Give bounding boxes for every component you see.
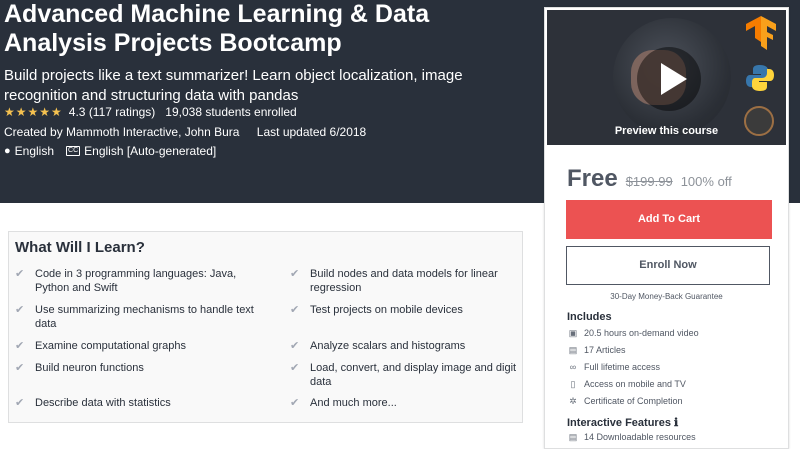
certificate-icon: ✲ (569, 396, 577, 406)
original-price: $199.99 (625, 174, 673, 189)
list-item: ✔ Examine computational graphs (15, 340, 187, 352)
list-item: ✔ Build neuron functions (15, 362, 144, 374)
language: English (14, 144, 55, 158)
check-icon: ✔ (15, 268, 25, 280)
tensorflow-logo-icon (746, 16, 776, 50)
learn-title: What Will I Learn? (15, 239, 145, 256)
play-icon[interactable] (637, 47, 701, 111)
course-title: Advanced Machine Learning & Data Analysi… (4, 0, 430, 57)
what-will-i-learn: What Will I Learn? ✔ Code in 3 programmin… (8, 231, 523, 423)
list-item: ✔ Describe data with statistics (15, 397, 171, 409)
download-icon: ▤ (568, 432, 578, 442)
check-icon: ✔ (290, 362, 300, 374)
check-icon: ✔ (290, 397, 300, 409)
star-rating-icon: ★★★★★ (4, 105, 63, 119)
interactive-features-list: ▤ 14 Downloadable resources (567, 431, 696, 443)
created-by[interactable]: Created by Mammoth Interactive, John Bur… (4, 125, 239, 139)
captions-language: English [Auto-generated] (84, 144, 217, 158)
speech-bubble-icon: ● (4, 145, 11, 157)
list-item: ▤ 17 Articles (568, 345, 626, 355)
enroll-now-button[interactable]: Enroll Now (566, 246, 770, 285)
check-icon: ✔ (290, 268, 300, 280)
check-icon: ✔ (15, 362, 25, 374)
infinity-icon: ∞ (569, 362, 577, 372)
price-row: Free $199.99 100% off (567, 165, 732, 193)
purchase-sidebar: Preview this course Free $199.99 100% of… (544, 7, 789, 449)
list-item: ✔ Build nodes and data models for linear … (290, 268, 498, 294)
list-item: ✔ Analyze scalars and histograms (290, 340, 466, 352)
check-icon: ✔ (15, 397, 25, 409)
course-subtitle: Build projects like a text summarizer! L… (4, 67, 463, 104)
money-back-guarantee: 30-Day Money-Back Guarantee (610, 292, 723, 301)
list-item: ▤ 14 Downloadable resources (568, 432, 696, 442)
list-item: ✔ Code in 3 programming languages: Java, … (15, 268, 237, 294)
last-updated: Last updated 6/2018 (256, 125, 367, 139)
check-icon: ✔ (15, 340, 25, 352)
python-logo-icon (746, 65, 774, 91)
list-item: ✔ Load, convert, and display image and di… (290, 362, 517, 388)
list-item: ∞ Full lifetime access (567, 361, 699, 378)
list-item: ✔ Use summarizing mechanisms to handle te… (15, 304, 254, 330)
list-item: ✔ Test projects on mobile devices (290, 304, 463, 316)
rating-row: ★★★★★ 4.3 (117 ratings) 19,038 students … (4, 105, 297, 119)
includes-title: Includes (567, 311, 612, 323)
list-item: ✔ And much more... (290, 397, 397, 409)
language-row: ● English CC English [Auto-generated] (4, 144, 216, 158)
created-row: Created by Mammoth Interactive, John Bur… (4, 125, 366, 139)
add-to-cart-button[interactable]: Add To Cart (566, 200, 772, 239)
article-icon: ▤ (568, 345, 578, 355)
learn-list-left: ✔ Code in 3 programming languages: Java, … (15, 267, 255, 416)
learn-list-right: ✔ Build nodes and data models for linear … (290, 267, 530, 416)
check-icon: ✔ (290, 304, 300, 316)
list-item: ✲ Certificate of Completion (567, 395, 699, 412)
video-icon: ▣ (568, 328, 578, 338)
discount-percent: 100% off (680, 174, 732, 189)
info-icon[interactable]: ℹ (674, 417, 678, 429)
rating-text[interactable]: 4.3 (117 ratings) (69, 105, 156, 119)
closed-captions-icon: CC (66, 146, 81, 156)
interactive-features-title: Interactive Features ℹ (567, 417, 679, 429)
preview-label: Preview this course (614, 125, 719, 137)
current-price: Free (567, 165, 618, 192)
enrolled-count: 19,038 students enrolled (165, 105, 297, 119)
course-preview-video[interactable]: Preview this course (547, 10, 786, 145)
list-item: ▯ Access on mobile and TV (567, 378, 699, 395)
list-item: ▣ 20.5 hours on-demand video (568, 328, 699, 338)
mobile-icon: ▯ (570, 379, 576, 389)
includes-list: ▣ 20.5 hours on-demand video ▤ 17 Articles… (567, 327, 699, 412)
check-icon: ✔ (15, 304, 25, 316)
check-icon: ✔ (290, 340, 300, 352)
